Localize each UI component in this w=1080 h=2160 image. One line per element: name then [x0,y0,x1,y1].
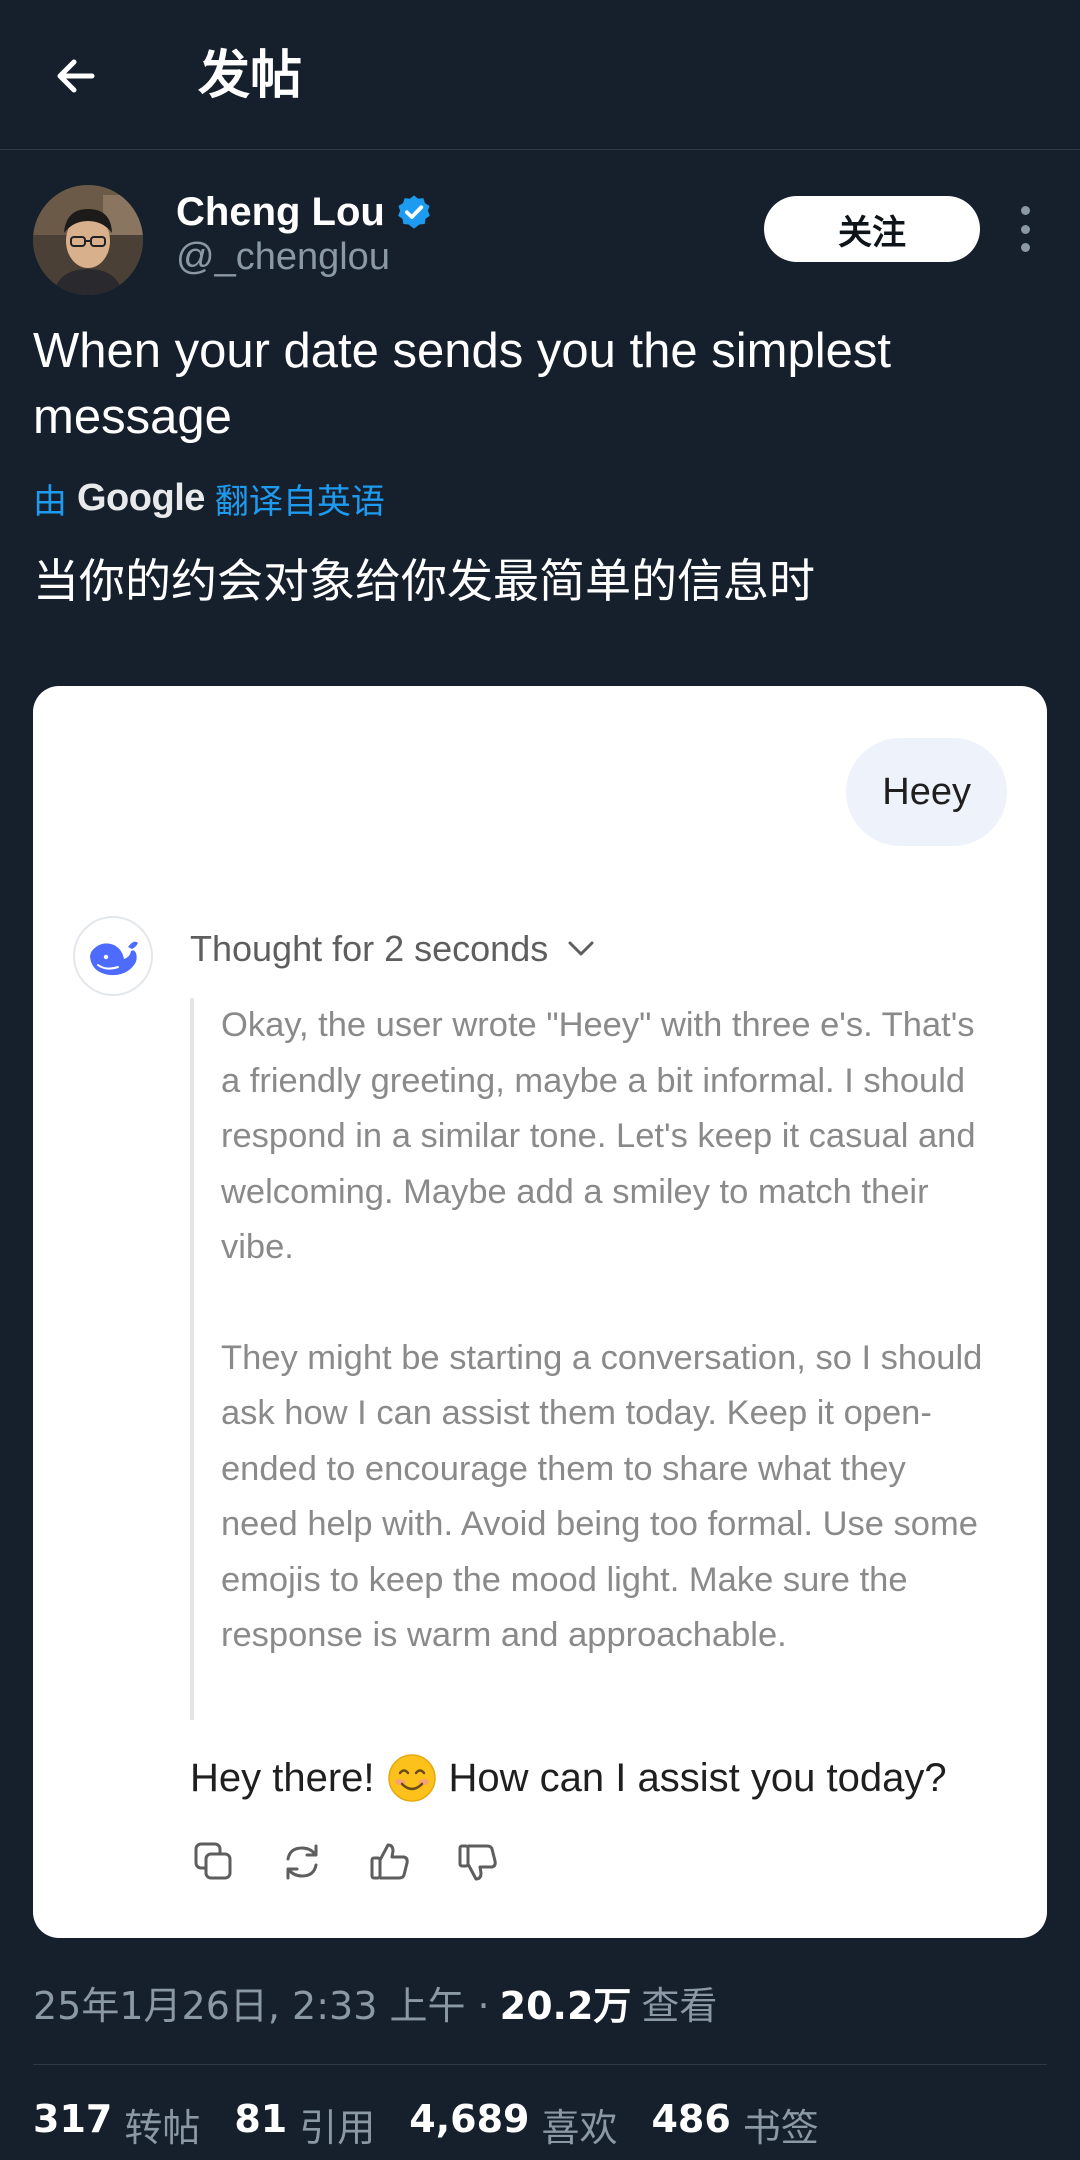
verified-badge-icon [395,193,433,231]
thought-content: Okay, the user wrote "Heey" with three e… [190,998,990,1720]
thumbs-up-icon[interactable] [366,1838,414,1886]
author-name[interactable]: Cheng Lou [176,190,385,235]
message-actions [190,1838,502,1894]
bookmarks-label: 书签 [742,2105,819,2150]
retweets-stat[interactable]: 317 转帖 [33,2097,200,2152]
quotes-label: 引用 [299,2105,376,2150]
user-message-bubble: Heey [846,738,1007,846]
bookmarks-count: 486 [651,2096,731,2141]
more-options-icon[interactable] [1010,206,1040,252]
retweets-count: 317 [33,2096,113,2141]
translate-by-label: 由 [33,481,67,522]
chevron-down-icon [568,941,594,956]
thought-toggle[interactable]: Thought for 2 seconds [190,916,598,982]
thought-paragraph: They might be starting a conversation, s… [221,1338,983,1655]
quotes-count: 81 [234,2096,288,2141]
translation-attribution[interactable]: 由 Google 翻译自英语 [33,470,385,526]
thumbs-down-icon[interactable] [454,1838,502,1886]
retweets-label: 转帖 [124,2105,201,2150]
assistant-reply: Hey there! How can I assist you today? [190,1748,1050,1808]
divider [33,2064,1047,2065]
reply-text-end: How can I assist you today? [448,1755,947,1800]
likes-stat[interactable]: 4,689 喜欢 [409,2097,617,2152]
page-title: 发帖 [198,47,303,105]
follow-button[interactable]: 关注 [764,196,980,262]
likes-count: 4,689 [409,2096,530,2141]
google-logo: Google [77,476,205,519]
back-button[interactable] [44,44,108,108]
avatar[interactable] [33,185,143,295]
regenerate-icon[interactable] [278,1838,326,1886]
thought-paragraph: Okay, the user wrote "Heey" with three e… [221,1006,976,1266]
arrow-left-icon [57,59,95,93]
translated-tweet-text: 当你的约会对象给你发最简单的信息时 [33,554,815,608]
author-handle[interactable]: @_chenglou [176,236,390,279]
tweet-datetime[interactable]: 25年1月26日, 2:33 上午 · [33,1975,490,2030]
bookmarks-stat[interactable]: 486 书签 [651,2097,818,2152]
copy-icon[interactable] [190,1838,238,1886]
tweet-meta: 25年1月26日, 2:33 上午 · 20.2万 查看 [33,1972,717,2032]
reply-text-start: Hey there! [190,1755,375,1800]
translate-from-label[interactable]: 翻译自英语 [215,474,385,523]
smiling-face-emoji-icon [387,1753,437,1803]
tweet-text: When your date sends you the simplest me… [33,324,891,444]
engagement-stats: 317 转帖 81 引用 4,689 喜欢 486 书签 [33,2094,819,2154]
views-count: 20.2万 [499,1983,632,2028]
top-bar: 发帖 [0,0,1080,150]
author-name-row[interactable]: Cheng Lou [176,186,433,238]
likes-label: 喜欢 [541,2105,618,2150]
thought-label: Thought for 2 seconds [190,928,549,969]
views-label: 查看 [641,1983,718,2028]
media-card[interactable]: Heey Thought for 2 seconds Okay, the use… [33,686,1047,1938]
deepseek-whale-icon [73,916,153,996]
quotes-stat[interactable]: 81 引用 [234,2097,375,2152]
